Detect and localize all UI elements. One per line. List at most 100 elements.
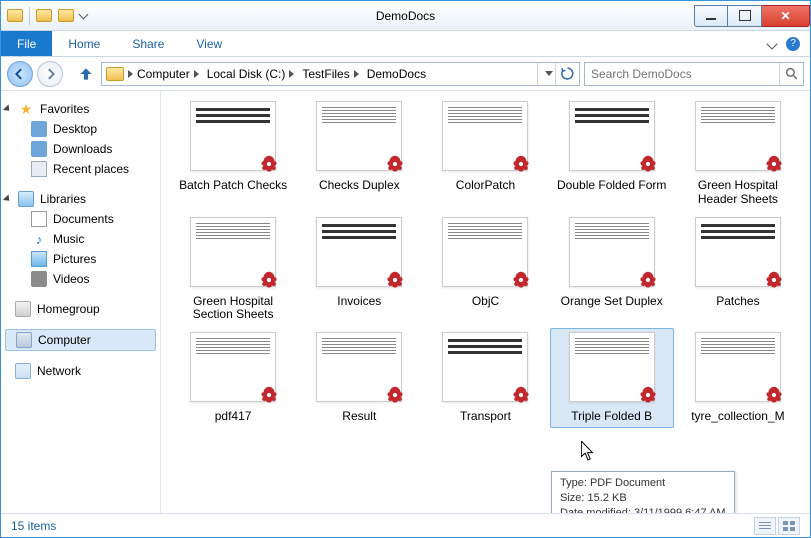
file-item[interactable]: Checks Duplex bbox=[297, 97, 421, 211]
title-bar: DemoDocs bbox=[1, 1, 810, 31]
pdf-icon bbox=[384, 269, 406, 291]
file-name-label: Green Hospital Header Sheets bbox=[683, 179, 793, 207]
tab-share[interactable]: Share bbox=[116, 31, 180, 56]
breadcrumb-label: DemoDocs bbox=[367, 67, 426, 81]
app-folder-icon[interactable] bbox=[7, 9, 23, 22]
pdf-icon bbox=[384, 153, 406, 175]
breadcrumb-label: Local Disk (C:) bbox=[207, 67, 286, 81]
qat-properties-icon[interactable] bbox=[36, 9, 52, 22]
ribbon-expand-icon[interactable] bbox=[766, 38, 777, 49]
file-item[interactable]: ColorPatch bbox=[423, 97, 547, 211]
pdf-icon bbox=[258, 269, 280, 291]
file-item[interactable]: Patches bbox=[676, 213, 800, 327]
sidebar-item-videos[interactable]: Videos bbox=[1, 269, 160, 289]
file-list-pane[interactable]: Batch Patch Checks Checks Duplex ColorPatc… bbox=[161, 91, 810, 513]
file-name-label: Green Hospital Section Sheets bbox=[178, 295, 288, 323]
file-name-label: ColorPatch bbox=[456, 179, 515, 193]
sidebar-item-desktop[interactable]: Desktop bbox=[1, 119, 160, 139]
pdf-icon bbox=[384, 384, 406, 406]
file-name-label: Double Folded Form bbox=[557, 179, 666, 193]
file-item[interactable]: Triple Folded B bbox=[550, 328, 674, 428]
sidebar-item-label: Computer bbox=[38, 333, 91, 347]
location-folder-icon bbox=[106, 67, 124, 81]
sidebar-item-downloads[interactable]: Downloads bbox=[1, 139, 160, 159]
sidebar-item-label: Recent places bbox=[53, 162, 129, 176]
forward-button[interactable] bbox=[37, 61, 63, 87]
search-input[interactable] bbox=[585, 67, 779, 81]
file-item[interactable]: Green Hospital Section Sheets bbox=[171, 213, 295, 327]
view-thumbnails-button[interactable] bbox=[778, 517, 800, 535]
sidebar-item-label: Network bbox=[37, 364, 81, 378]
file-item[interactable]: Batch Patch Checks bbox=[171, 97, 295, 211]
sidebar-item-computer[interactable]: Computer bbox=[5, 329, 156, 351]
sidebar-item-music[interactable]: ♪Music bbox=[1, 229, 160, 249]
view-details-button[interactable] bbox=[754, 517, 776, 535]
file-item[interactable]: Invoices bbox=[297, 213, 421, 327]
tooltip-modified-label: Date modified: bbox=[560, 507, 631, 513]
sidebar-item-homegroup[interactable]: Homegroup bbox=[1, 299, 160, 319]
file-item[interactable]: Green Hospital Header Sheets bbox=[676, 97, 800, 211]
address-dropdown-button[interactable] bbox=[537, 63, 555, 85]
file-tab[interactable]: File bbox=[1, 31, 52, 56]
refresh-button[interactable] bbox=[555, 63, 579, 85]
chevron-right-icon bbox=[354, 70, 359, 78]
close-button[interactable] bbox=[762, 5, 810, 27]
chevron-right-icon bbox=[289, 70, 294, 78]
network-icon bbox=[15, 363, 31, 379]
sidebar-item-recent[interactable]: Recent places bbox=[1, 159, 160, 179]
desktop-icon bbox=[31, 121, 47, 137]
sidebar-group-favorites[interactable]: ★Favorites bbox=[1, 99, 160, 119]
pdf-icon bbox=[510, 269, 532, 291]
search-button[interactable] bbox=[779, 63, 803, 85]
breadcrumb-computer[interactable]: Computer bbox=[133, 63, 203, 85]
pdf-icon bbox=[763, 269, 785, 291]
sidebar-item-label: Desktop bbox=[53, 122, 97, 136]
file-item[interactable]: Orange Set Duplex bbox=[550, 213, 674, 327]
sidebar-group-libraries[interactable]: Libraries bbox=[1, 189, 160, 209]
file-name-label: Triple Folded B bbox=[571, 410, 652, 424]
breadcrumb-testfiles[interactable]: TestFiles bbox=[298, 63, 362, 85]
file-item[interactable]: Double Folded Form bbox=[550, 97, 674, 211]
address-bar[interactable]: Computer Local Disk (C:) TestFiles DemoD… bbox=[101, 62, 580, 86]
file-name-label: Result bbox=[342, 410, 376, 424]
tab-home[interactable]: Home bbox=[52, 31, 116, 56]
sidebar-item-documents[interactable]: Documents bbox=[1, 209, 160, 229]
file-item[interactable]: tyre_collection_M bbox=[676, 328, 800, 428]
breadcrumb-localdisk[interactable]: Local Disk (C:) bbox=[203, 63, 299, 85]
breadcrumb-demodocs[interactable]: DemoDocs bbox=[363, 63, 430, 85]
tab-view[interactable]: View bbox=[180, 31, 238, 56]
file-item[interactable]: pdf417 bbox=[171, 328, 295, 428]
maximize-button[interactable] bbox=[728, 5, 762, 27]
file-item[interactable]: Result bbox=[297, 328, 421, 428]
ribbon-tabs: File Home Share View ? bbox=[1, 31, 810, 57]
status-bar: 15 items bbox=[1, 513, 810, 537]
sidebar-item-label: Homegroup bbox=[37, 302, 100, 316]
tooltip-modified-value: 3/11/1999 6:47 AM bbox=[634, 507, 726, 513]
tooltip-type-label: Type: bbox=[560, 477, 587, 489]
sidebar-item-label: Documents bbox=[53, 212, 114, 226]
up-button[interactable] bbox=[75, 63, 97, 85]
pdf-icon bbox=[258, 153, 280, 175]
pdf-icon bbox=[510, 384, 532, 406]
minimize-button[interactable] bbox=[694, 5, 728, 27]
file-name-label: Invoices bbox=[337, 295, 381, 309]
navigation-bar: Computer Local Disk (C:) TestFiles DemoD… bbox=[1, 57, 810, 91]
tooltip-size-value: 15.2 KB bbox=[588, 492, 627, 504]
back-button[interactable] bbox=[7, 61, 33, 87]
qat-newfolder-icon[interactable] bbox=[58, 9, 74, 22]
file-item[interactable]: Transport bbox=[423, 328, 547, 428]
pdf-icon bbox=[763, 384, 785, 406]
videos-icon bbox=[31, 271, 47, 287]
sidebar-item-label: Videos bbox=[53, 272, 89, 286]
file-name-label: Batch Patch Checks bbox=[179, 179, 287, 193]
file-item[interactable]: ObjC bbox=[423, 213, 547, 327]
sidebar-item-pictures[interactable]: Pictures bbox=[1, 249, 160, 269]
help-icon[interactable]: ? bbox=[786, 37, 800, 51]
window-title: DemoDocs bbox=[376, 9, 435, 23]
qat-dropdown-icon[interactable] bbox=[79, 9, 89, 19]
file-name-label: Patches bbox=[716, 295, 759, 309]
status-item-count: 15 items bbox=[11, 519, 56, 533]
tooltip-size-label: Size: bbox=[560, 492, 584, 504]
sidebar-item-network[interactable]: Network bbox=[1, 361, 160, 381]
search-box[interactable] bbox=[584, 62, 804, 86]
